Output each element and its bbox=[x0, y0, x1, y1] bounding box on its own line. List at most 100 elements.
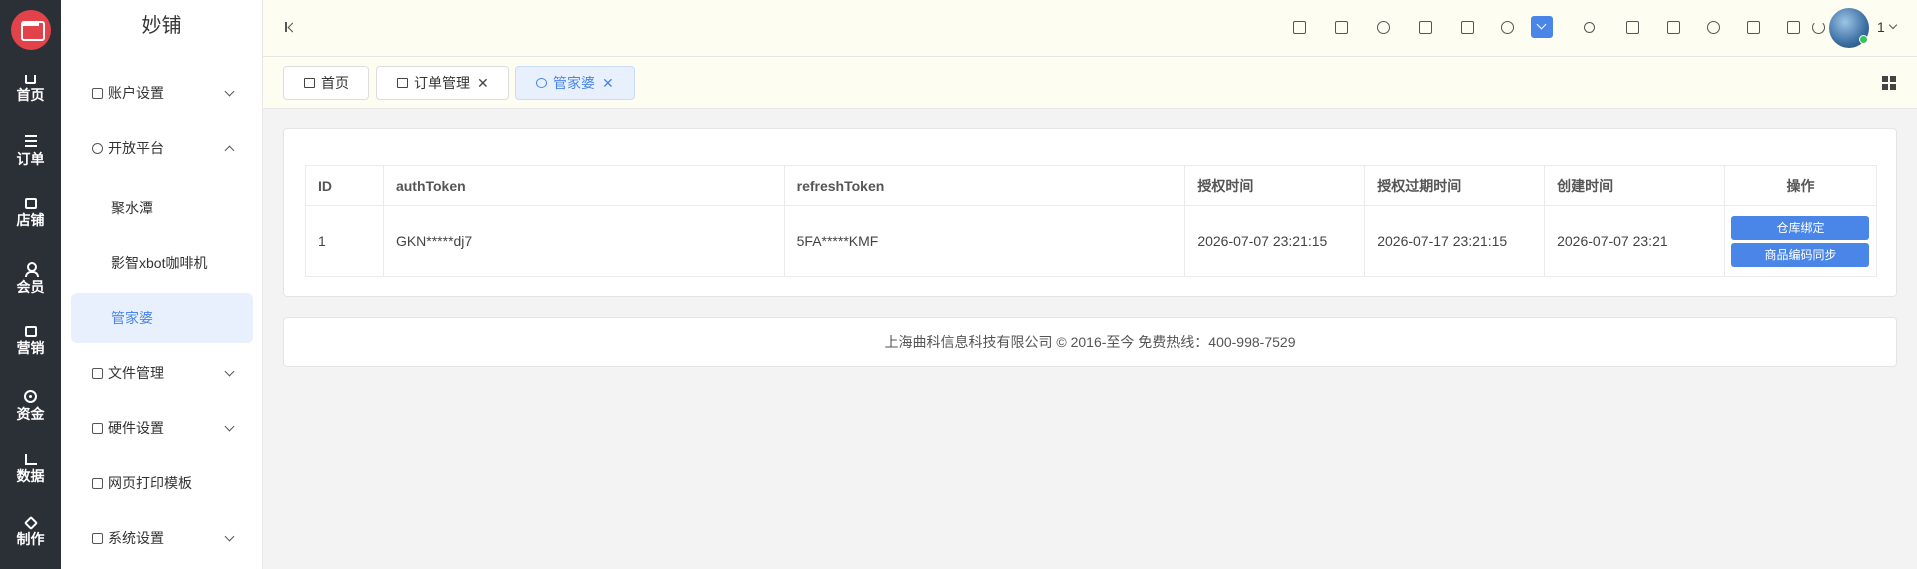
app-rail: 首页 订单 店铺 会员 营销 资金 数据 制作 bbox=[0, 0, 61, 569]
col-auth-time: 授权时间 bbox=[1184, 165, 1366, 206]
auth-table: ID authToken refreshToken 授权时间 授权过期时间 创建… bbox=[305, 165, 1878, 277]
rail-item-home[interactable]: 首页 bbox=[0, 58, 61, 114]
rail-item-funds[interactable]: 资金 bbox=[0, 378, 61, 434]
col-create-time: 创建时间 bbox=[1544, 165, 1725, 206]
shop-icon bbox=[24, 198, 37, 209]
tab-guanjiapo[interactable]: 管家婆 ✕ bbox=[515, 66, 635, 100]
sub-item-label: 聚水潭 bbox=[111, 200, 153, 216]
list-icon bbox=[24, 134, 38, 148]
cell-create-time: 2026-07-07 23:21 bbox=[1544, 205, 1725, 277]
rail-item-label: 首页 bbox=[16, 87, 45, 103]
user-icon bbox=[24, 262, 39, 277]
cell-expire-time: 2026-07-17 23:21:15 bbox=[1364, 205, 1546, 277]
gift-icon bbox=[24, 326, 37, 337]
col-expire-time: 授权过期时间 bbox=[1364, 165, 1546, 206]
print-icon bbox=[92, 478, 103, 489]
chevron-down-icon bbox=[224, 86, 235, 97]
menu-item-account-settings[interactable]: 账户设置 bbox=[61, 68, 263, 118]
user-name[interactable]: 1 bbox=[1877, 19, 1885, 35]
menu-item-system-settings[interactable]: 系统设置 bbox=[61, 513, 263, 563]
tab-home[interactable]: 首页 bbox=[283, 66, 369, 100]
font-size-icon[interactable] bbox=[1667, 21, 1680, 34]
shirt-icon[interactable] bbox=[1626, 21, 1639, 34]
cube-icon bbox=[23, 515, 38, 531]
col-actions: 操作 bbox=[1723, 165, 1878, 206]
menu-item-label: 账户设置 bbox=[108, 85, 164, 101]
chevron-down-icon bbox=[224, 366, 235, 377]
app-logo[interactable] bbox=[10, 10, 51, 50]
sub-item-guanjiapo[interactable]: 管家婆 bbox=[71, 293, 253, 343]
sub-item-label: 管家婆 bbox=[111, 310, 153, 326]
chevron-down-icon[interactable] bbox=[1888, 20, 1898, 30]
menu-item-label: 开放平台 bbox=[108, 140, 164, 156]
hardware-icon bbox=[92, 423, 103, 434]
table-header-row: ID authToken refreshToken 授权时间 授权过期时间 创建… bbox=[305, 165, 1878, 206]
headset-icon[interactable] bbox=[1501, 21, 1514, 34]
rail-item-label: 订单 bbox=[16, 151, 45, 167]
grid-icon[interactable] bbox=[1882, 76, 1896, 90]
home-icon[interactable] bbox=[1293, 21, 1306, 34]
globe-icon[interactable] bbox=[1377, 21, 1390, 34]
close-icon[interactable]: ✕ bbox=[602, 67, 614, 99]
menu-item-label: 系统设置 bbox=[108, 530, 164, 546]
rail-item-members[interactable]: 会员 bbox=[0, 250, 61, 306]
bell-icon[interactable] bbox=[1707, 21, 1720, 34]
col-auth-token: authToken bbox=[382, 165, 785, 206]
cell-auth-token: GKN*****dj7 bbox=[382, 205, 785, 277]
tab-order-management[interactable]: 订单管理 ✕ bbox=[376, 66, 509, 100]
tab-label: 管家婆 bbox=[553, 75, 595, 91]
rail-item-data[interactable]: 数据 bbox=[0, 442, 61, 498]
sun-icon[interactable] bbox=[1584, 22, 1595, 33]
top-header: 1 bbox=[263, 0, 1917, 57]
col-id: ID bbox=[305, 165, 384, 206]
collapse-sidebar-icon[interactable] bbox=[285, 22, 297, 34]
dropdown-toggle-icon[interactable] bbox=[1531, 16, 1553, 38]
cell-refresh-token: 5FA*****KMF bbox=[783, 205, 1186, 277]
cell-auth-time: 2026-07-07 23:21:15 bbox=[1184, 205, 1366, 277]
sub-item-xbot-coffee[interactable]: 影智xbot咖啡机 bbox=[61, 238, 263, 288]
rail-item-orders[interactable]: 订单 bbox=[0, 122, 61, 178]
rail-item-shop[interactable]: 店铺 bbox=[0, 186, 61, 242]
chevron-down-icon bbox=[224, 531, 235, 542]
rail-item-marketing[interactable]: 营销 bbox=[0, 314, 61, 370]
sub-item-label: 影智xbot咖啡机 bbox=[111, 255, 208, 271]
mobile-icon[interactable] bbox=[1461, 21, 1474, 34]
rail-item-make[interactable]: 制作 bbox=[0, 506, 61, 562]
rail-item-label: 制作 bbox=[16, 531, 45, 547]
qrcode-icon[interactable] bbox=[1335, 21, 1348, 34]
cell-id: 1 bbox=[305, 205, 384, 277]
menu-item-print-template[interactable]: 网页打印模板 bbox=[61, 458, 263, 508]
cell-actions: 仓库绑定 商品编码同步 bbox=[1723, 205, 1878, 277]
refresh-icon[interactable] bbox=[1812, 21, 1825, 34]
rail-item-label: 营销 bbox=[16, 340, 45, 356]
rail-item-label: 数据 bbox=[16, 468, 45, 484]
online-status-dot bbox=[1859, 35, 1868, 44]
sku-sync-button[interactable]: 商品编码同步 bbox=[1731, 242, 1870, 267]
rail-item-label: 资金 bbox=[16, 406, 45, 422]
content-card: ID authToken refreshToken 授权时间 授权过期时间 创建… bbox=[283, 128, 1897, 297]
menu-item-open-platform[interactable]: 开放平台 bbox=[61, 123, 263, 173]
col-refresh-token: refreshToken bbox=[783, 165, 1186, 206]
platform-icon bbox=[92, 143, 103, 154]
brand-title: 妙铺 bbox=[141, 15, 182, 37]
account-icon bbox=[92, 88, 103, 99]
file-icon bbox=[92, 368, 103, 379]
menu-item-label: 硬件设置 bbox=[108, 420, 164, 436]
apps-icon[interactable] bbox=[1419, 21, 1432, 34]
tab-label: 订单管理 bbox=[414, 75, 470, 91]
warehouse-bind-button[interactable]: 仓库绑定 bbox=[1731, 215, 1870, 240]
sub-item-jushuitan[interactable]: 聚水潭 bbox=[61, 183, 263, 233]
menu-item-hardware-settings[interactable]: 硬件设置 bbox=[61, 403, 263, 453]
home-icon bbox=[25, 75, 36, 84]
menu-item-label: 文件管理 bbox=[108, 365, 164, 381]
fullscreen-icon[interactable] bbox=[1787, 21, 1800, 34]
coin-icon bbox=[24, 390, 37, 403]
list-icon bbox=[397, 78, 408, 88]
rail-item-label: 会员 bbox=[16, 279, 45, 295]
chevron-up-icon bbox=[224, 145, 235, 156]
close-icon[interactable]: ✕ bbox=[477, 67, 489, 99]
table-row: 1 GKN*****dj7 5FA*****KMF 2026-07-07 23:… bbox=[305, 205, 1878, 277]
translate-icon[interactable] bbox=[1747, 21, 1760, 34]
settings-icon bbox=[92, 533, 103, 544]
menu-item-file-management[interactable]: 文件管理 bbox=[61, 348, 263, 398]
